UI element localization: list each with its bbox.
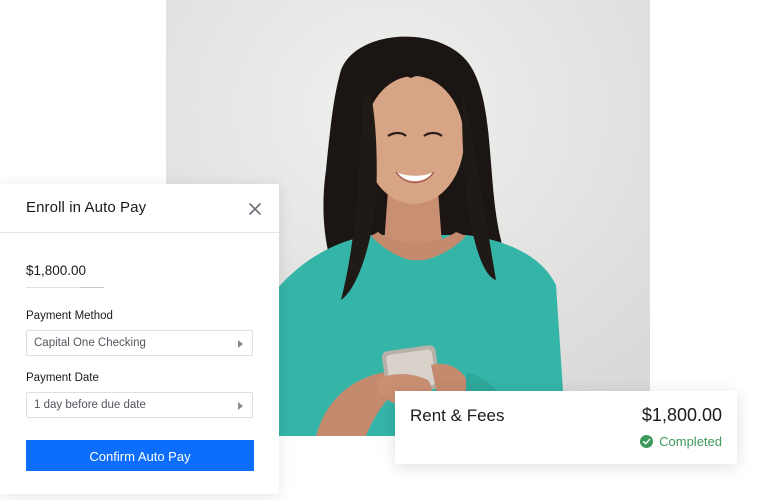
auto-pay-amount: $1,800.00 [26,263,87,278]
payment-amount: $1,800.00 [641,405,722,425]
payment-title: Rent & Fees [410,406,505,425]
payment-status-card: Rent & Fees $1,800.00 Completed [395,391,737,464]
payment-method-select[interactable]: Capital One Checking [26,330,253,356]
modal-header: Enroll in Auto Pay [0,184,279,233]
modal-title: Enroll in Auto Pay [26,199,147,216]
payment-status: Completed [640,434,722,449]
caret-right-icon [238,340,243,348]
payment-date-value: 1 day before due date [34,399,146,411]
close-icon[interactable] [246,200,264,218]
caret-right-icon [238,402,243,410]
payment-method-value: Capital One Checking [34,337,146,349]
enroll-auto-pay-modal: Enroll in Auto Pay $1,800.00 Payment Met… [0,184,279,494]
auto-pay-promo: Enroll in Auto Pay $1,800.00 Payment Met… [0,0,759,500]
payment-date-label: Payment Date [26,372,99,384]
check-circle-icon [640,435,654,448]
payment-date-select[interactable]: 1 day before due date [26,392,253,418]
status-text: Completed [659,434,722,449]
confirm-auto-pay-button[interactable]: Confirm Auto Pay [26,440,254,471]
amount-underline [26,287,104,288]
payment-method-label: Payment Method [26,310,113,322]
